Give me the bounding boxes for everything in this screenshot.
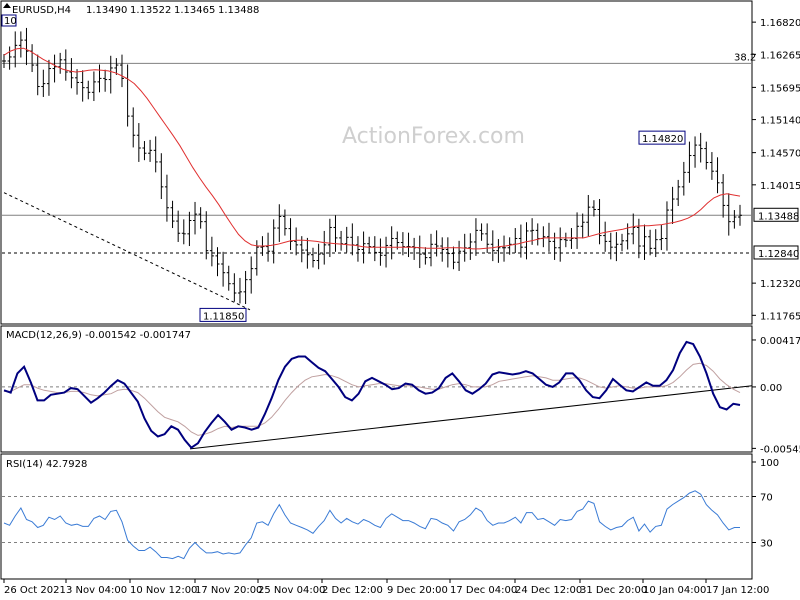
rsi-y-tick-label: 70 xyxy=(760,493,773,504)
price-y-tick-label: 1.11765 xyxy=(760,311,800,322)
price-header: EURUSD,H4 1.13490 1.13522 1.13465 1.1348… xyxy=(3,3,259,16)
macd-y-tick-label: 0.00417 xyxy=(760,336,800,347)
rsi-panel-frame xyxy=(0,453,753,580)
price-y-tick-label: 1.12320 xyxy=(760,279,800,290)
x-tick-label: 24 Dec 12:00 xyxy=(515,585,582,596)
x-tick-label: 17 Jan 12:00 xyxy=(706,585,769,596)
x-tick-label: 31 Dec 20:00 xyxy=(580,585,647,596)
rsi-y-tick-label: 100 xyxy=(760,458,779,469)
x-tick-label: 3 Nov 04:00 xyxy=(66,585,127,596)
price-y-tick-label: 1.14570 xyxy=(760,149,800,160)
x-tick-label: 17 Nov 20:00 xyxy=(195,585,262,596)
macd-panel-frame xyxy=(0,325,753,453)
macd-y-tick-label: 0.00 xyxy=(760,383,782,394)
annotation-low-label: 1.11850 xyxy=(203,311,244,322)
price-panel-frame xyxy=(0,0,753,325)
header-open: 1.13490 xyxy=(86,5,127,16)
header-low: 1.13465 xyxy=(174,5,215,16)
header-symbol: EURUSD,H4 xyxy=(12,5,71,16)
rsi-title: RSI(14) 42.7928 xyxy=(6,459,87,470)
x-tick-label: 10 Nov 12:00 xyxy=(130,585,197,596)
x-tick-label: 9 Dec 20:00 xyxy=(387,585,448,596)
price-y-tick-label: 1.14015 xyxy=(760,181,800,192)
price-level-label: 1.12840 xyxy=(758,249,799,260)
price-y-tick-label: 1.16265 xyxy=(760,50,800,61)
macd-title: MACD(12,26,9) -0.001542 -0.001747 xyxy=(6,330,191,341)
x-tick-label: 25 Nov 04:00 xyxy=(258,585,325,596)
price-y-tick-label: 1.15140 xyxy=(760,116,800,127)
rsi-y-tick-label: 30 xyxy=(760,539,773,550)
annotation-high-label: 1.14820 xyxy=(642,134,683,145)
corner-label: 10 xyxy=(4,16,17,27)
eurusd-chart: ActionForex.com EURUSD,H4 1.13490 1.1352… xyxy=(0,0,800,596)
price-y-tick-label: 1.16820 xyxy=(760,18,800,29)
header-high: 1.13522 xyxy=(130,5,171,16)
x-tick-label: 10 Jan 04:00 xyxy=(643,585,706,596)
axes: 26 Oct 2021 3 Nov 04:00 10 Nov 12:0017 Nov… xyxy=(3,579,769,596)
watermark: ActionForex.com xyxy=(342,124,525,149)
header-close: 1.13488 xyxy=(218,5,259,16)
x-tick-label: 17 Dec 04:00 xyxy=(450,585,517,596)
price-y-tick-label: 1.15695 xyxy=(760,83,800,94)
x-tick-label: 26 Oct 2021 xyxy=(4,585,66,596)
price-level-label: 1.13488 xyxy=(758,211,799,222)
macd-y-tick-label: -0.005456 xyxy=(760,444,800,455)
x-tick-label: 2 Dec 12:00 xyxy=(322,585,383,596)
